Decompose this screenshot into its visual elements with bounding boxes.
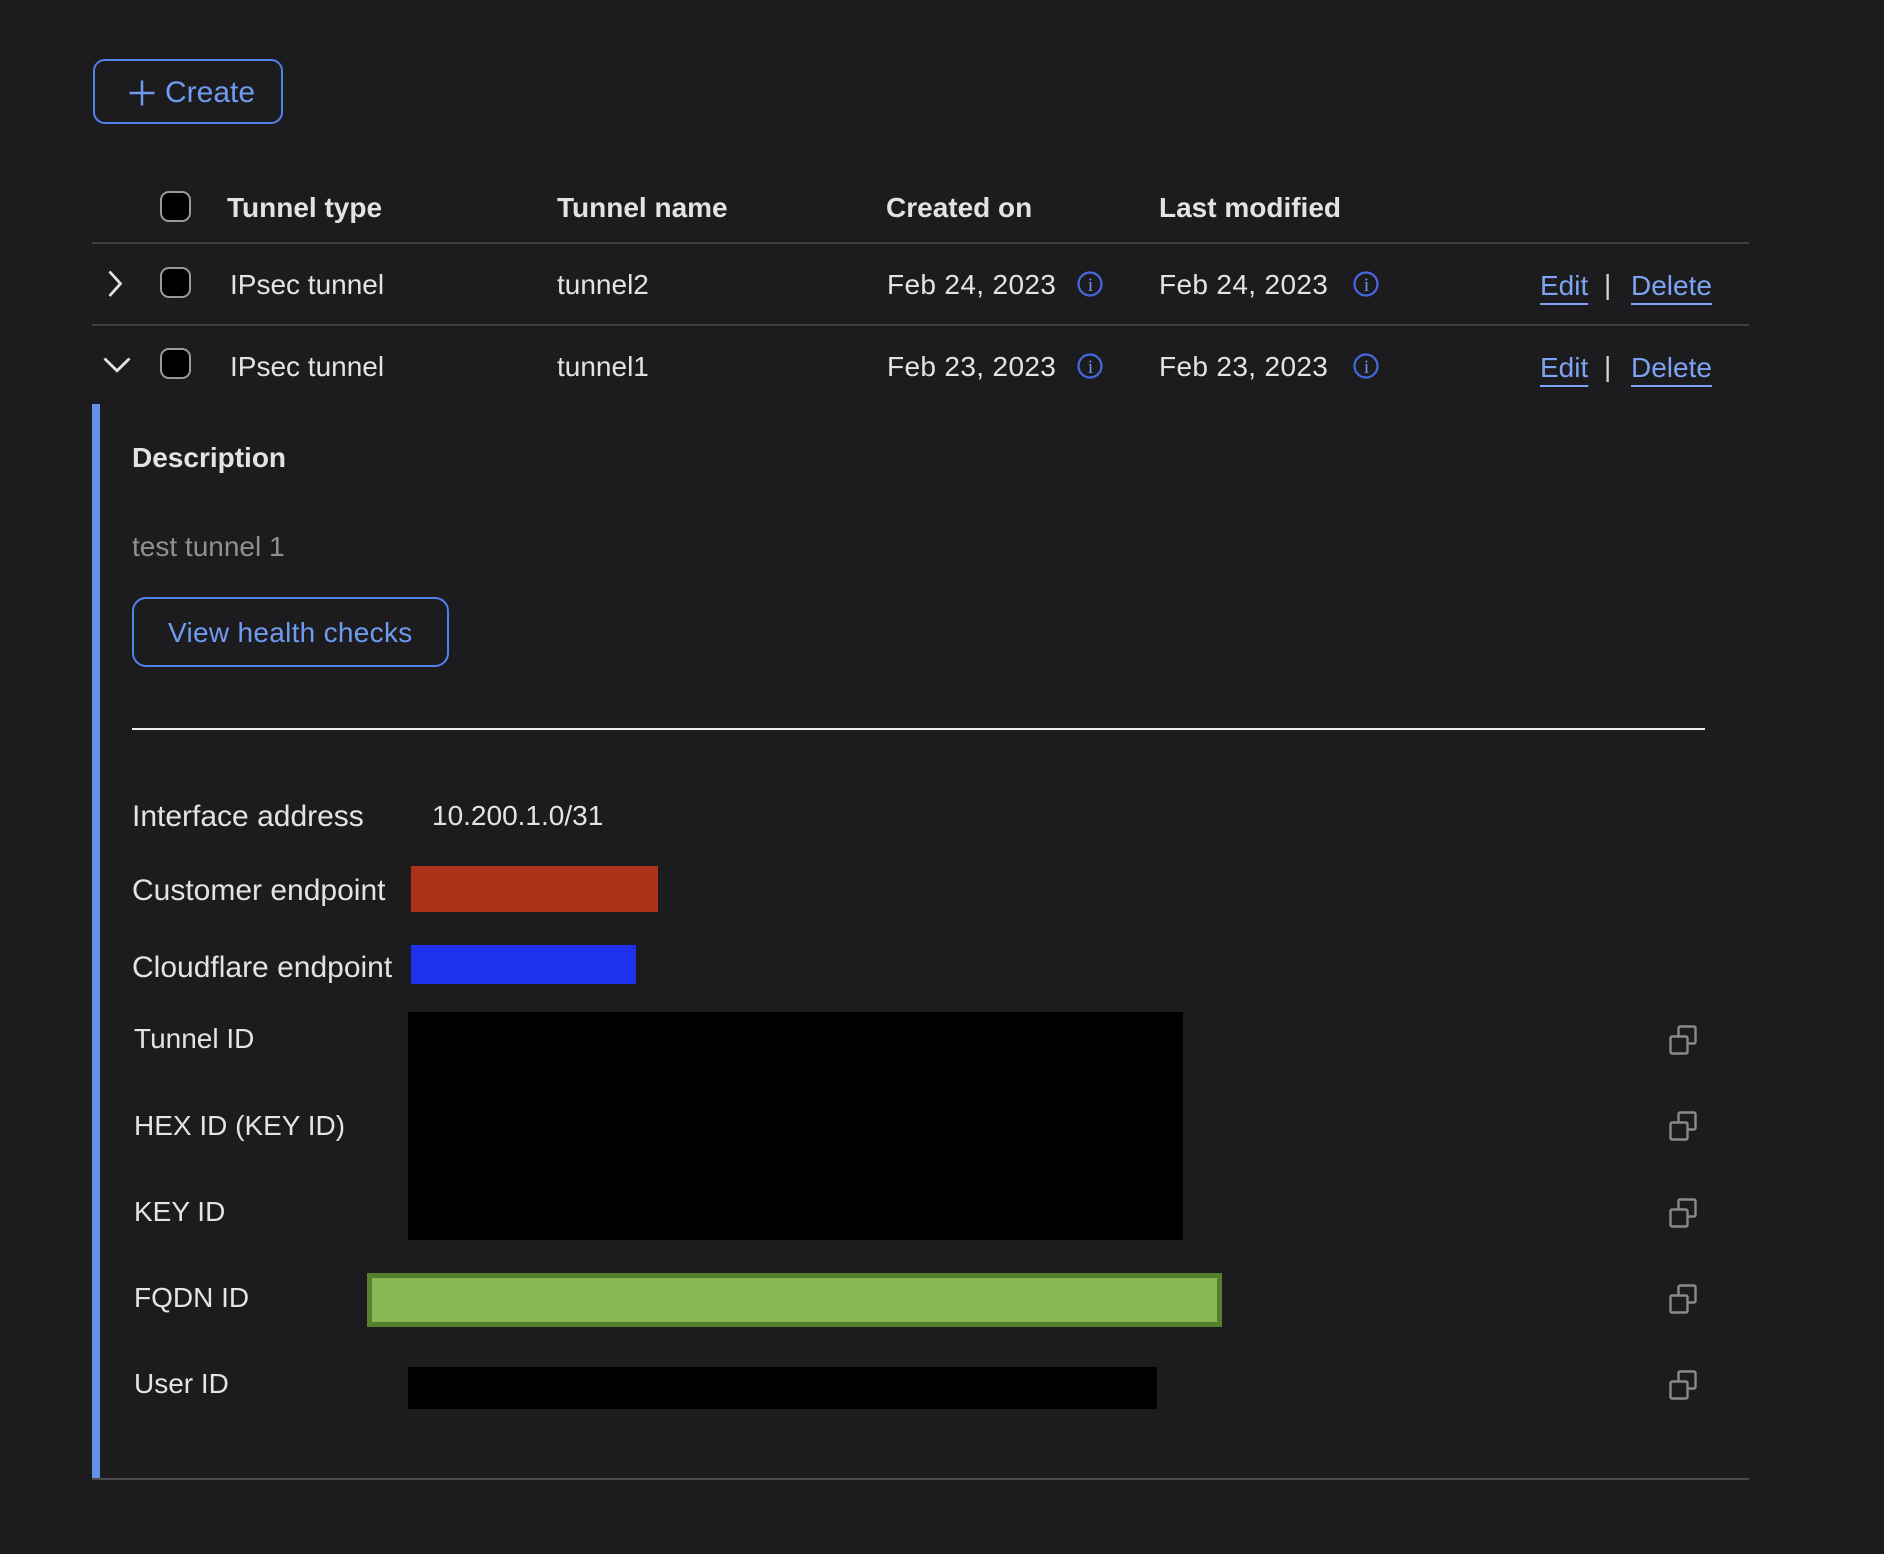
svg-text:i: i: [1364, 357, 1369, 378]
svg-text:i: i: [1088, 357, 1093, 378]
svg-text:i: i: [1088, 275, 1093, 296]
svg-text:i: i: [1364, 275, 1369, 296]
